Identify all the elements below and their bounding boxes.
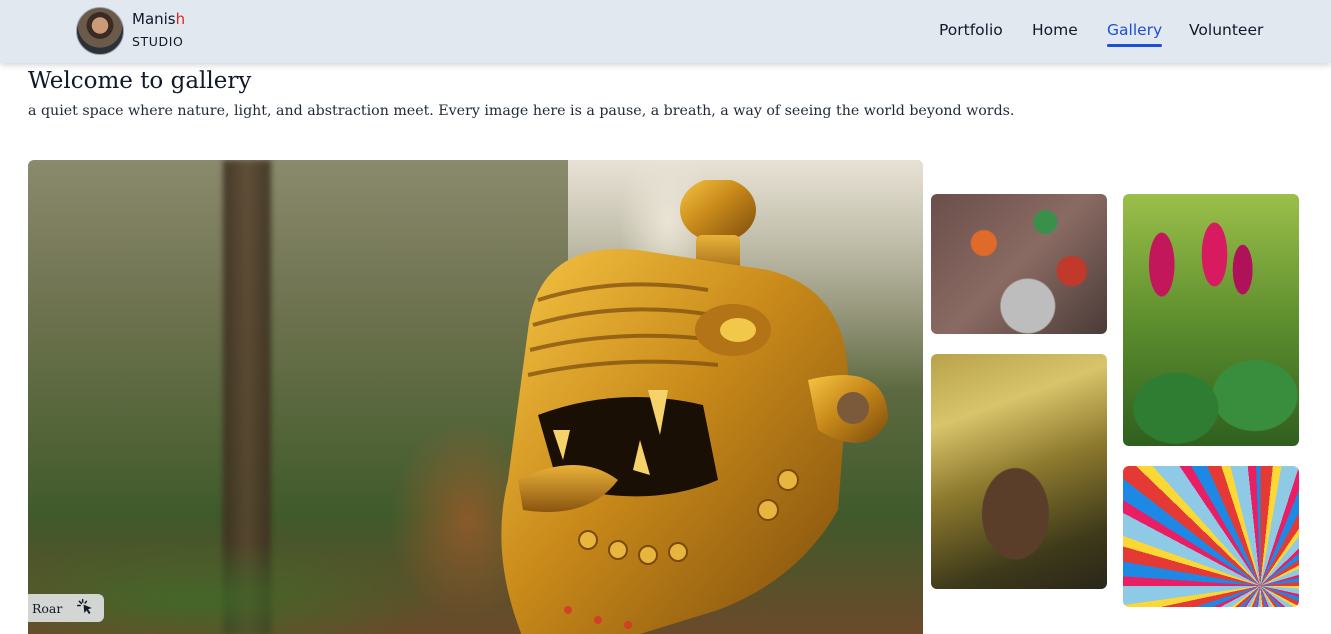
photo-caption-chip[interactable]: Roar — [28, 594, 105, 622]
nav-link-home[interactable]: Home — [1032, 21, 1078, 39]
nav-link-portfolio[interactable]: Portfolio — [939, 21, 1003, 39]
cursor-click-icon — [77, 598, 93, 614]
photo-caption: Roar — [32, 600, 63, 616]
nav-link-gallery[interactable]: Gallery — [1107, 21, 1163, 47]
site-header: Manish STUDIO Portfolio Home Gallery Vol… — [0, 0, 1331, 63]
main-nav: Portfolio Home Gallery Volunteer — [0, 21, 1331, 47]
celosia-flowers-photo[interactable] — [1123, 194, 1299, 446]
active-nav-underline — [1107, 44, 1163, 47]
page-title: Welcome to gallery — [28, 68, 252, 94]
nav-link-volunteer[interactable]: Volunteer — [1189, 21, 1263, 39]
nav-link-gallery-label: Gallery — [1107, 21, 1163, 39]
colorful-canopy-photo[interactable] — [1123, 466, 1299, 607]
market-scene-photo[interactable] — [931, 194, 1107, 334]
golden-lion-statue-image — [501, 180, 888, 634]
page-subtitle: a quiet space where nature, light, and a… — [28, 103, 1015, 119]
featured-photo[interactable]: Roar — [28, 160, 923, 634]
pine-cone-photo[interactable] — [931, 354, 1107, 589]
